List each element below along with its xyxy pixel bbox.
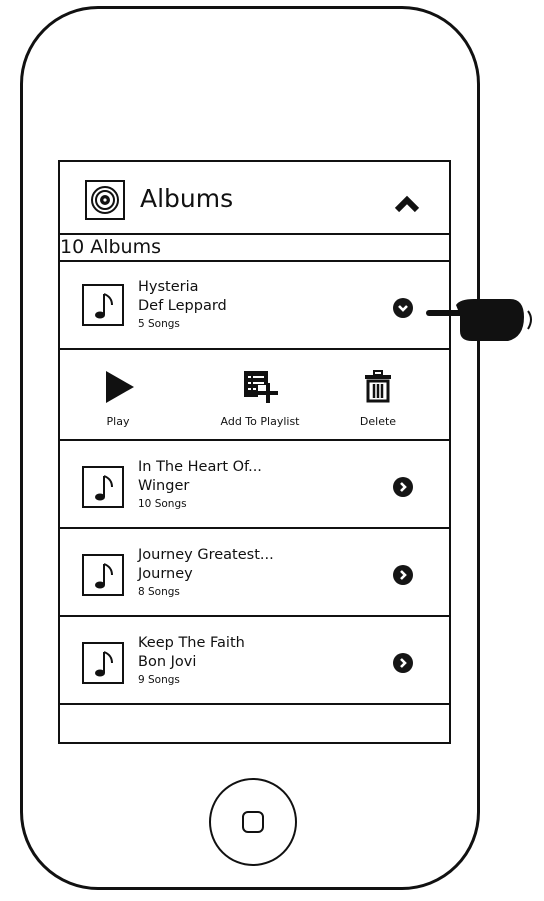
album-title: Hysteria xyxy=(138,279,199,295)
album-info: Journey Greatest... Journey 8 Songs xyxy=(138,546,274,600)
delete-button[interactable]: Delete xyxy=(352,369,404,429)
playlist-add-icon xyxy=(244,371,278,403)
album-info: Hysteria Def Leppard 5 Songs xyxy=(138,278,227,332)
home-button[interactable] xyxy=(209,778,297,866)
delete-label: Delete xyxy=(359,415,397,428)
stage: Albums 10 Albums Hysteria Def Leppard 5 … xyxy=(0,0,544,901)
pointing-finger-icon xyxy=(426,299,532,341)
album-song-count: 5 Songs xyxy=(138,318,180,330)
page-title: Albums xyxy=(140,184,234,213)
album-count: 10 Albums xyxy=(60,236,162,258)
trash-icon xyxy=(365,370,391,403)
music-note-icon xyxy=(82,284,124,326)
album-row-keep-the-faith[interactable]: Keep The Faith Bon Jovi 9 Songs xyxy=(60,617,449,705)
home-square-icon xyxy=(242,811,264,833)
album-artist: Bon Jovi xyxy=(138,654,197,670)
phone-screen: Albums 10 Albums Hysteria Def Leppard 5 … xyxy=(58,160,451,744)
album-actions-bar: Play Add To Playlist Delete xyxy=(60,353,449,441)
albums-header: Albums xyxy=(60,162,449,235)
chevron-right-icon[interactable] xyxy=(393,565,413,585)
play-icon xyxy=(106,371,134,403)
album-info: In The Heart Of... Winger 10 Songs xyxy=(138,458,262,512)
album-row-in-the-heart-of[interactable]: In The Heart Of... Winger 10 Songs xyxy=(60,441,449,529)
play-label: Play xyxy=(106,415,130,428)
album-artist: Journey xyxy=(138,566,193,582)
album-artist: Def Leppard xyxy=(138,298,227,314)
album-title: In The Heart Of... xyxy=(138,459,262,475)
chevron-right-icon[interactable] xyxy=(393,653,413,673)
album-song-count: 9 Songs xyxy=(138,674,180,686)
music-note-icon xyxy=(82,642,124,684)
album-artist: Winger xyxy=(138,478,190,494)
album-title: Keep The Faith xyxy=(138,635,245,651)
music-note-icon xyxy=(82,554,124,596)
vinyl-record-icon xyxy=(85,180,125,220)
album-title: Journey Greatest... xyxy=(138,547,274,563)
chevron-up-icon[interactable] xyxy=(393,194,421,214)
add-to-playlist-label: Add To Playlist xyxy=(220,415,300,428)
play-button[interactable]: Play xyxy=(96,369,140,429)
add-to-playlist-button[interactable]: Add To Playlist xyxy=(210,369,310,429)
album-row-journey-greatest[interactable]: Journey Greatest... Journey 8 Songs xyxy=(60,529,449,617)
album-count-row: 10 Albums xyxy=(60,235,449,262)
chevron-down-icon[interactable] xyxy=(393,298,413,318)
album-song-count: 8 Songs xyxy=(138,586,180,598)
album-row-hysteria[interactable]: Hysteria Def Leppard 5 Songs xyxy=(60,262,449,350)
album-info: Keep The Faith Bon Jovi 9 Songs xyxy=(138,634,245,688)
chevron-right-icon[interactable] xyxy=(393,477,413,497)
album-song-count: 10 Songs xyxy=(138,498,187,510)
music-note-icon xyxy=(82,466,124,508)
